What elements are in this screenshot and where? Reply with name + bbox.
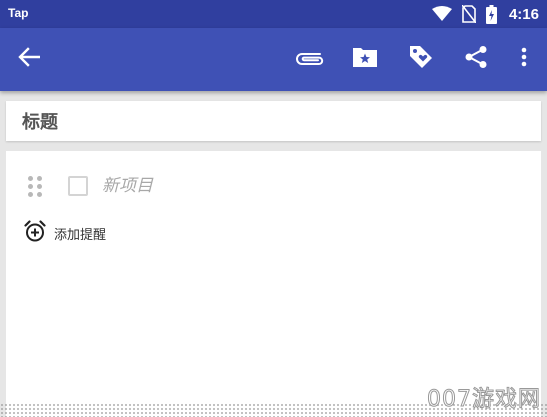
status-bar: Tap 4:16 <box>0 0 547 28</box>
more-vert-icon <box>521 47 527 71</box>
tag-icon <box>408 44 434 74</box>
add-reminder-label: 添加提醒 <box>54 227 107 243</box>
new-item-input[interactable] <box>102 173 352 199</box>
status-app-name: Tap <box>8 6 29 20</box>
attach-button[interactable] <box>295 44 325 74</box>
checklist-item <box>28 171 428 201</box>
share-button[interactable] <box>461 44 491 74</box>
no-sim-icon <box>461 5 476 23</box>
share-icon <box>464 45 488 73</box>
title-card <box>6 101 541 141</box>
wifi-icon <box>431 6 452 22</box>
checklist-checkbox[interactable] <box>68 176 88 196</box>
more-options-button[interactable] <box>509 44 539 74</box>
title-input[interactable] <box>22 109 522 135</box>
folder-star-icon <box>352 46 378 72</box>
app-bar <box>0 28 547 91</box>
tag-button[interactable] <box>406 44 436 74</box>
back-arrow-icon <box>18 47 41 71</box>
battery-charging-icon <box>485 4 497 24</box>
drag-handle-icon[interactable] <box>28 175 42 197</box>
alarm-add-icon <box>24 220 46 246</box>
back-button[interactable] <box>14 44 44 74</box>
category-button[interactable] <box>350 44 380 74</box>
content-card: 添加提醒 <box>6 151 541 417</box>
add-reminder-button[interactable]: 添加提醒 <box>24 220 107 246</box>
watermark: 007游戏网 <box>427 387 541 413</box>
status-time: 4:16 <box>508 5 539 23</box>
status-icons: 4:16 <box>422 3 539 25</box>
paperclip-icon <box>295 48 325 70</box>
